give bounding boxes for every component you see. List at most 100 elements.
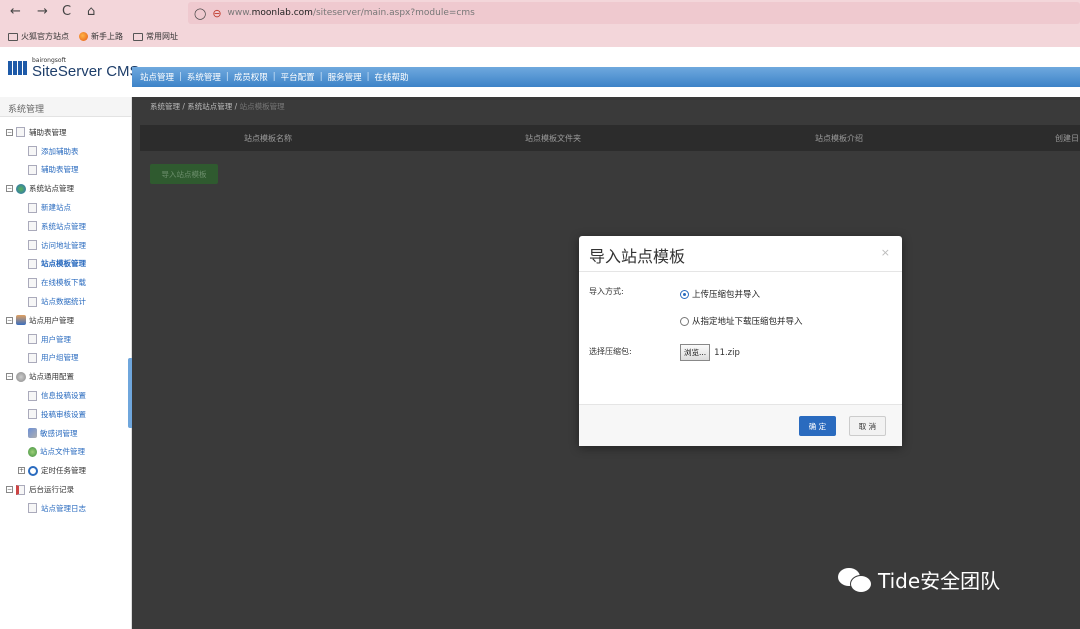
url-text: www.moonlab.com/siteserver/main.aspx?mod… bbox=[227, 8, 475, 18]
page-icon bbox=[28, 334, 37, 345]
collapse-icon[interactable]: − bbox=[6, 486, 13, 494]
sidebar-item[interactable]: 添加辅助表 bbox=[0, 142, 131, 161]
column-header: 站点模板名称 bbox=[244, 133, 292, 143]
nav-platform-config[interactable]: 平台配置 bbox=[281, 71, 315, 83]
disk-icon bbox=[28, 446, 37, 457]
page-icon bbox=[28, 258, 37, 269]
page-icon bbox=[28, 409, 37, 420]
browser-toolbar: ← → C ⌂ ◯ ⊖ www.moonlab.com/siteserver/m… bbox=[0, 0, 1080, 26]
broom-icon bbox=[28, 428, 37, 439]
gear-icon bbox=[16, 371, 26, 382]
shield-icon: ◯ bbox=[194, 6, 207, 20]
import-method-label: 导入方式: bbox=[589, 287, 624, 296]
back-arrow-icon[interactable]: ← bbox=[10, 4, 21, 19]
close-icon[interactable]: × bbox=[881, 246, 890, 259]
watermark: Tide安全团队 bbox=[838, 565, 1000, 594]
collapse-icon[interactable]: − bbox=[6, 316, 13, 324]
sidebar-group[interactable]: − 站点通用配置 bbox=[0, 367, 131, 386]
selected-file-name: 11.zip bbox=[714, 347, 740, 358]
nav-online-help[interactable]: 在线帮助 bbox=[374, 71, 408, 83]
nav-site-management[interactable]: 站点管理 bbox=[140, 71, 174, 83]
sidebar-item[interactable]: 辅助表管理 bbox=[0, 161, 131, 180]
page-icon bbox=[28, 503, 37, 514]
logo-grid-icon bbox=[8, 61, 28, 75]
page-icon bbox=[28, 296, 37, 307]
page-icon bbox=[28, 221, 37, 232]
expand-icon[interactable]: + bbox=[18, 467, 25, 475]
sidebar-item[interactable]: 站点数据统计 bbox=[0, 292, 131, 311]
home-icon[interactable]: ⌂ bbox=[87, 4, 95, 19]
sidebar-group[interactable]: − 后台运行记录 bbox=[0, 480, 131, 499]
sidebar-item[interactable]: 新建站点 bbox=[0, 198, 131, 217]
breadcrumb-item[interactable]: 系统管理 bbox=[150, 102, 180, 111]
file-picker: 浏览... 11.zip bbox=[680, 344, 740, 361]
forward-arrow-icon[interactable]: → bbox=[37, 4, 48, 19]
top-nav: 站点管理 | 系统管理 | 成员权限 | 平台配置 | 服务管理 | 在线帮助 bbox=[132, 67, 1080, 87]
page-icon bbox=[28, 390, 37, 401]
reload-icon[interactable]: C bbox=[62, 4, 71, 19]
sidebar-item[interactable]: 站点管理日志 bbox=[0, 499, 131, 518]
sidebar: 系统管理 − 辅助表管理 添加辅助表 辅助表管理 − 系统站点管理 新建站点 系统站… bbox=[0, 97, 132, 629]
sidebar-item[interactable]: 用户组管理 bbox=[0, 349, 131, 368]
radio-upload[interactable]: 上传压缩包并导入 bbox=[680, 288, 760, 300]
table-header: 站点模板名称 站点模板文件夹 站点模板介绍 创建日 bbox=[140, 125, 1080, 151]
file-select-label: 选择压缩包: bbox=[589, 347, 632, 356]
firefox-icon bbox=[79, 32, 88, 41]
log-icon bbox=[16, 484, 25, 495]
folder-icon bbox=[8, 32, 18, 41]
breadcrumb-current: 站点模板管理 bbox=[239, 102, 285, 111]
confirm-button[interactable]: 确 定 bbox=[799, 416, 836, 436]
sidebar-item-active[interactable]: 站点模板管理 bbox=[0, 255, 131, 274]
watermark-text: Tide安全团队 bbox=[878, 569, 1001, 593]
nav-service-management[interactable]: 服务管理 bbox=[328, 71, 362, 83]
radio-unselected-icon[interactable] bbox=[680, 316, 689, 326]
import-template-button[interactable]: 导入站点模板 bbox=[150, 164, 218, 184]
collapse-icon[interactable]: − bbox=[6, 128, 13, 136]
nav-system-management[interactable]: 系统管理 bbox=[187, 71, 221, 83]
breadcrumb-item[interactable]: 系统站点管理 bbox=[187, 102, 232, 111]
dialog-footer: 确 定 取 消 bbox=[579, 404, 902, 446]
page-icon bbox=[28, 202, 37, 213]
logo-title: SiteServer CMS bbox=[32, 63, 140, 80]
sidebar-group[interactable]: − 系统站点管理 bbox=[0, 179, 131, 198]
page-icon bbox=[28, 277, 37, 288]
radio-selected-icon[interactable] bbox=[680, 289, 689, 299]
table-icon bbox=[16, 127, 25, 138]
sidebar-item[interactable]: 站点文件管理 bbox=[0, 443, 131, 462]
sidebar-group[interactable]: − 辅助表管理 bbox=[0, 123, 131, 142]
sidebar-item[interactable]: 系统站点管理 bbox=[0, 217, 131, 236]
sidebar-item[interactable]: 在线模板下载 bbox=[0, 273, 131, 292]
bookmark-common-sites[interactable]: 常用网址 bbox=[133, 31, 178, 42]
sidebar-group[interactable]: − 站点用户管理 bbox=[0, 311, 131, 330]
breadcrumb: 系统管理 / 系统站点管理 / 站点模板管理 bbox=[150, 102, 285, 111]
collapse-icon[interactable]: − bbox=[6, 185, 13, 193]
sidebar-item[interactable]: 用户管理 bbox=[0, 330, 131, 349]
bookmark-firefox-official[interactable]: 火狐官方站点 bbox=[8, 31, 69, 42]
clock-icon bbox=[28, 465, 38, 476]
column-header: 创建日 bbox=[1055, 133, 1079, 143]
sidebar-item[interactable]: 访问地址管理 bbox=[0, 236, 131, 255]
page-icon bbox=[28, 164, 37, 175]
lock-icon: ⊖ bbox=[212, 6, 222, 20]
collapse-icon[interactable]: − bbox=[6, 373, 13, 381]
page-icon bbox=[28, 352, 37, 363]
sidebar-item[interactable]: 敏感词管理 bbox=[0, 424, 131, 443]
address-bar[interactable]: ◯ ⊖ www.moonlab.com/siteserver/main.aspx… bbox=[188, 2, 1080, 24]
folder-icon bbox=[133, 32, 143, 41]
column-header: 站点模板文件夹 bbox=[525, 133, 581, 143]
nav-member-permissions[interactable]: 成员权限 bbox=[234, 71, 268, 83]
cancel-button[interactable]: 取 消 bbox=[849, 416, 886, 436]
dialog-title: 导入站点模板 bbox=[589, 247, 686, 266]
bookmark-getting-started[interactable]: 新手上路 bbox=[79, 31, 123, 42]
radio-download[interactable]: 从指定地址下载压缩包并导入 bbox=[680, 315, 803, 327]
sidebar-tree: − 辅助表管理 添加辅助表 辅助表管理 − 系统站点管理 新建站点 系统站点管理 访… bbox=[0, 117, 131, 518]
user-icon bbox=[16, 315, 26, 326]
browse-button[interactable]: 浏览... bbox=[680, 344, 711, 361]
sidebar-item[interactable]: 信息投稿设置 bbox=[0, 386, 131, 405]
wechat-icon bbox=[838, 567, 872, 593]
sidebar-group[interactable]: + 定时任务管理 bbox=[0, 461, 131, 480]
page-icon bbox=[28, 240, 37, 251]
sidebar-title: 系统管理 bbox=[0, 97, 131, 117]
cms-header: bairongsoft SiteServer CMS 站点管理 | 系统管理 | 成… bbox=[0, 47, 1080, 97]
sidebar-item[interactable]: 投稿审核设置 bbox=[0, 405, 131, 424]
